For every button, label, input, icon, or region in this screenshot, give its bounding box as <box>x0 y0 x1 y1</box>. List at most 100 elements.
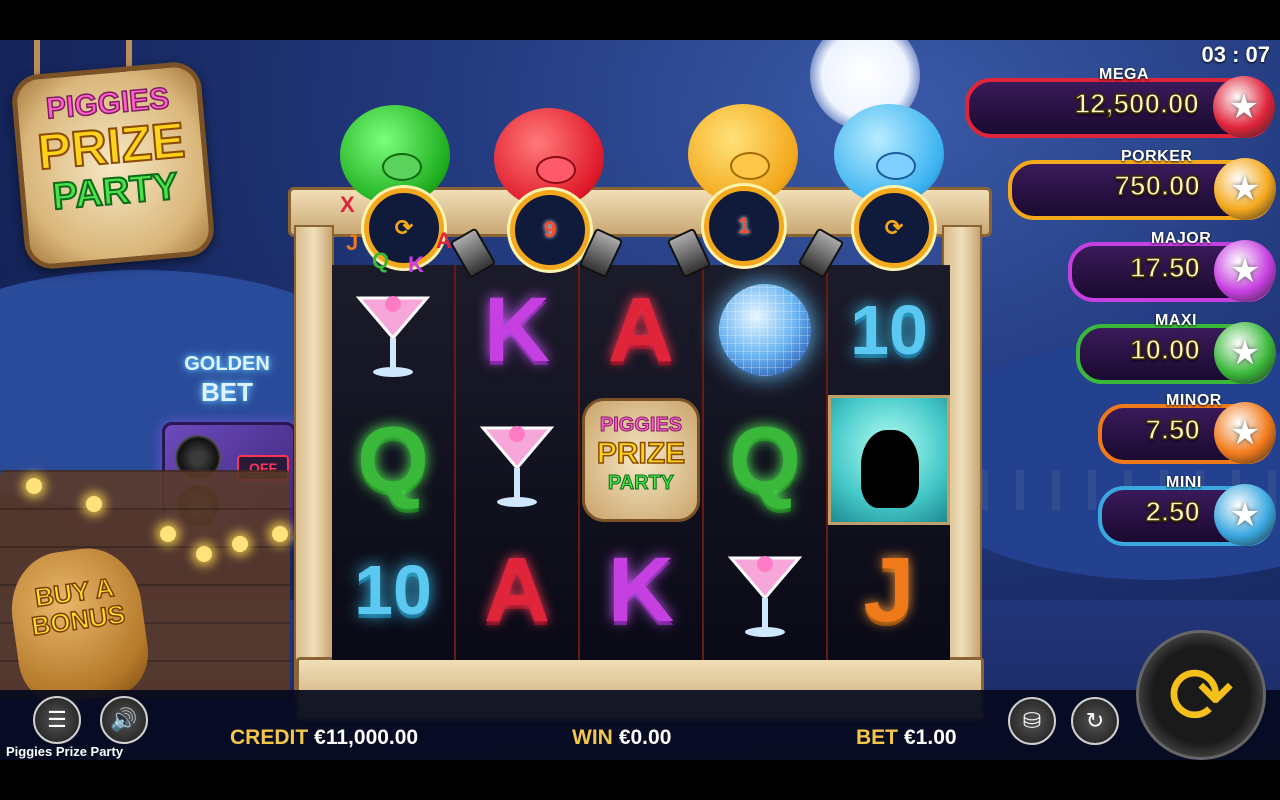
reel-cell: 10 <box>332 525 454 655</box>
win-value: €0.00 <box>618 726 672 749</box>
floating-k: K <box>408 252 424 277</box>
jackpot-value: 17.50 <box>1129 251 1201 284</box>
q-symbol: Q <box>357 409 429 511</box>
reel-cell: A <box>580 265 702 395</box>
logo-wild-line-2: PRIZE <box>596 436 686 471</box>
sound-button[interactable]: 🔊 <box>100 696 148 744</box>
jackpot-value: 12,500.00 <box>1074 87 1200 120</box>
star-icon: ★ <box>1214 240 1276 302</box>
reel-1: Q 10 <box>332 265 457 660</box>
star-icon: ★ <box>1214 484 1276 546</box>
light-bulb <box>160 526 176 542</box>
ten-symbol: 10 <box>850 291 928 369</box>
disco-ball-symbol <box>719 284 811 376</box>
ten-symbol: 10 <box>354 551 432 629</box>
credit-label: CREDIT <box>230 726 309 749</box>
red-pig-ring-value: 9 <box>543 217 557 242</box>
floating-a: A <box>436 228 452 253</box>
reel-grid: Q 10 K A A PIGGIES PRIZE PARTY K Q 10 J <box>332 265 950 660</box>
jackpot-label: MAJOR <box>1151 230 1212 247</box>
pig-snout <box>381 153 422 181</box>
bet-display[interactable]: BET €1.00 <box>856 726 957 750</box>
hamburger-icon: ☰ <box>47 707 67 732</box>
frame-post-left <box>294 225 334 699</box>
win-display: WIN €0.00 <box>572 726 671 750</box>
speaker-icon: 🔊 <box>110 707 138 732</box>
reel-cell <box>704 265 826 395</box>
light-bulb <box>272 526 288 542</box>
autoplay-button[interactable]: ↻ <box>1071 697 1119 745</box>
pig-snout <box>875 152 916 180</box>
game-name: Piggies Prize Party <box>6 744 124 759</box>
q-symbol: Q <box>729 409 801 511</box>
credit-value: €11,000.00 <box>314 726 419 749</box>
swap-arrows-icon: ⟳ <box>394 215 414 240</box>
golden-bet-line-2: BET <box>201 377 253 407</box>
menu-button[interactable]: ☰ <box>33 696 81 744</box>
reel-4: Q <box>704 265 829 660</box>
jackpot-mini: MINI 2.50 ★ <box>1098 474 1276 546</box>
game-logo: PIGGIES PRIZE PARTY <box>9 60 217 271</box>
jackpot-label: MINOR <box>1166 392 1222 409</box>
reel-cell: 10 <box>828 265 950 395</box>
cocktail-symbol <box>355 296 431 377</box>
a-symbol: A <box>483 539 551 641</box>
star-icon: ★ <box>1214 322 1276 384</box>
light-bulb <box>232 536 248 552</box>
jackpot-value: 750.00 <box>1114 169 1201 202</box>
reel-cell <box>332 265 454 395</box>
bet-selector-button[interactable]: ⛁ <box>1008 697 1056 745</box>
spin-button[interactable]: ⟳ <box>1136 630 1266 760</box>
reel-cell: PIGGIES PRIZE PARTY <box>580 395 702 525</box>
pig-snout <box>535 156 576 184</box>
bet-label: BET <box>856 726 898 749</box>
swap-arrows-icon: ⟳ <box>884 215 904 240</box>
star-icon: ★ <box>1214 158 1276 220</box>
clock: 03 : 07 <box>1201 42 1271 67</box>
bet-value: €1.00 <box>904 726 957 749</box>
blue-pig-modifier-ring: ⟳ <box>854 188 934 268</box>
logo-wild-line-1: PIGGIES <box>599 414 683 437</box>
yellow-pig-modifier-ring: 1 <box>704 186 784 266</box>
pig-snout <box>729 152 770 180</box>
light-bulb <box>196 546 212 562</box>
reel-cell <box>828 395 950 525</box>
reel-cell: Q <box>704 395 826 525</box>
floating-q: Q <box>372 248 390 273</box>
reel-cell: Q <box>332 395 454 525</box>
top-letterbox <box>0 0 1280 40</box>
floating-x: X <box>340 192 355 217</box>
reel-2: K A <box>456 265 581 660</box>
jackpot-maxi: MAXI 10.00 ★ <box>1076 312 1276 384</box>
reel-5: 10 J <box>828 265 950 660</box>
a-symbol: A <box>607 279 675 381</box>
jackpot-porker: PORKER 750.00 ★ <box>1008 148 1276 220</box>
k-symbol: K <box>483 279 551 381</box>
pig-silhouette-icon <box>861 430 919 508</box>
jackpot-minor: MINOR 7.50 ★ <box>1098 392 1276 464</box>
golden-bet-title: GOLDEN BET <box>172 350 282 406</box>
floating-j: J <box>346 230 359 255</box>
credit-display: CREDIT €11,000.00 <box>230 726 418 750</box>
spin-arrows-icon: ⟳ <box>1167 650 1235 740</box>
light-bulb <box>26 478 42 494</box>
jackpot-label: PORKER <box>1121 148 1193 165</box>
reel-cell: A <box>456 525 578 655</box>
cocktail-symbol <box>479 426 555 507</box>
jackpot-major: MAJOR 17.50 ★ <box>1068 230 1276 302</box>
autoplay-icon: ↻ <box>1085 708 1105 733</box>
golden-bet-line-1: GOLDEN <box>184 353 270 375</box>
reel-3: A PIGGIES PRIZE PARTY K <box>580 265 705 660</box>
cocktail-symbol <box>727 556 803 637</box>
coin-stack-icon: ⛁ <box>1022 708 1042 733</box>
jackpot-value: 7.50 <box>1145 413 1201 446</box>
j-symbol: J <box>863 539 915 641</box>
red-pig-modifier-ring: 9 <box>510 190 590 270</box>
jackpot-mega: MEGA 12,500.00 ★ <box>965 66 1275 138</box>
reel-cell: K <box>580 525 702 655</box>
reel-cell <box>456 395 578 525</box>
jackpot-label: MEGA <box>1099 66 1149 83</box>
yellow-pig-ring-value: 1 <box>737 213 751 238</box>
jackpot-value: 2.50 <box>1145 495 1201 528</box>
star-icon: ★ <box>1213 76 1275 138</box>
